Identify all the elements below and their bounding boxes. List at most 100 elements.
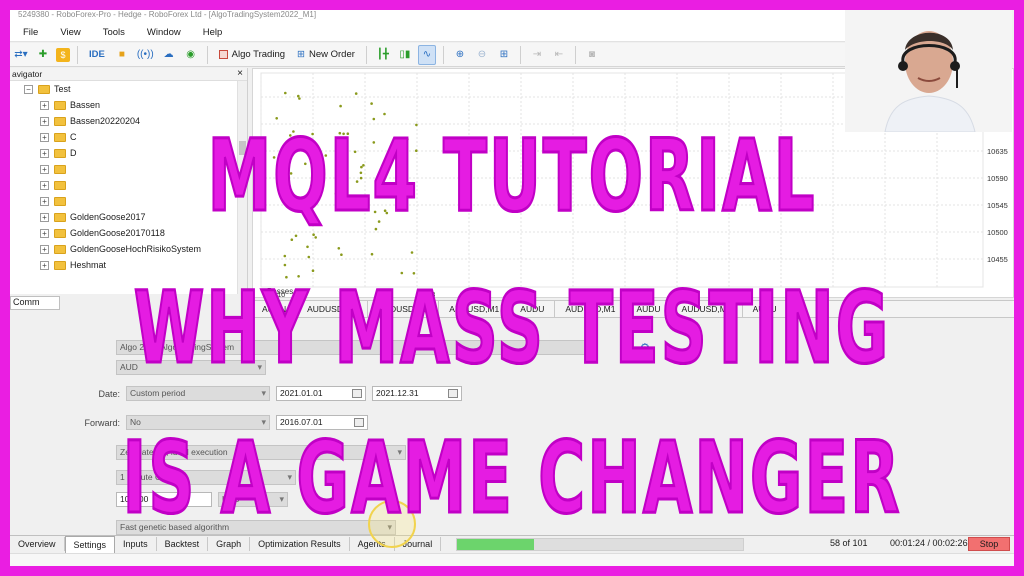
currency-select[interactable]: USD: [218, 492, 288, 507]
passes-status: 58 of 101: [830, 538, 868, 548]
tree-item[interactable]: + C: [10, 129, 247, 145]
date-mode-select[interactable]: Custom period: [126, 386, 270, 401]
line-chart-icon[interactable]: ∿: [417, 44, 436, 65]
chart-tab[interactable]: AUDU: [743, 301, 788, 317]
tab-backtest[interactable]: Backtest: [157, 537, 209, 551]
date-from-input[interactable]: 2021.01.01: [276, 386, 366, 401]
screenshot-icon[interactable]: ◙: [583, 45, 601, 65]
grid-icon[interactable]: ⊞: [495, 45, 513, 65]
common-tab[interactable]: Comm: [10, 296, 60, 310]
menu-tools[interactable]: Tools: [103, 27, 125, 38]
candlestick-icon[interactable]: ▯▮: [396, 45, 414, 65]
autoscroll-icon[interactable]: ⇥: [528, 45, 546, 65]
ide-label: IDE: [89, 49, 105, 60]
expand-icon[interactable]: +: [40, 148, 49, 158]
new-chart-icon[interactable]: ✚: [34, 45, 52, 65]
tree-item[interactable]: + Heshmat: [10, 257, 247, 273]
tree-item[interactable]: + GoldenGoose20170118: [10, 225, 247, 241]
close-icon[interactable]: ×: [237, 68, 243, 80]
chart-tab[interactable]: AUDU: [510, 301, 556, 317]
chart-tab[interactable]: AUDUSD,M1: [368, 301, 440, 317]
bar-chart-icon[interactable]: ┃╋: [374, 45, 392, 65]
scrollbar-thumb[interactable]: [239, 141, 246, 155]
result-point: [385, 211, 389, 215]
new-order-button[interactable]: ⊞ New Order: [293, 49, 359, 60]
expand-icon[interactable]: +: [40, 212, 49, 222]
calendar-icon[interactable]: [448, 389, 458, 398]
tree-item[interactable]: +: [10, 177, 247, 193]
expand-icon[interactable]: +: [40, 180, 49, 190]
delays-select[interactable]: Zero latency, ideal execution: [116, 445, 406, 460]
expand-icon[interactable]: +: [40, 244, 49, 254]
y-tick-label: 10590: [987, 174, 1008, 183]
result-point: [373, 210, 377, 214]
tab-optimization-results[interactable]: Optimization Results: [250, 537, 350, 551]
webcam-overlay: [845, 10, 1012, 133]
menu-file[interactable]: File: [23, 27, 38, 38]
algo-trading-button[interactable]: Algo Trading: [215, 49, 289, 60]
result-point: [406, 137, 409, 141]
lock-icon[interactable]: ■: [113, 45, 131, 65]
calendar-icon[interactable]: [354, 418, 364, 427]
collapse-icon[interactable]: −: [24, 84, 33, 94]
zoom-in-icon[interactable]: ⊕: [451, 45, 469, 65]
expand-icon[interactable]: +: [40, 260, 49, 270]
chart-tab[interactable]: AUDUSD,M1: [297, 301, 369, 317]
chart-tab[interactable]: AUDUSD,M1: [555, 301, 627, 317]
tab-overview[interactable]: Overview: [10, 537, 65, 551]
modelling-select[interactable]: 1 minute OHLC: [116, 470, 296, 485]
gear-icon[interactable]: ⚙: [640, 341, 650, 354]
chart-tab[interactable]: AUDUSD,M1: [672, 301, 743, 317]
tree-item[interactable]: +: [10, 161, 247, 177]
result-point: [283, 263, 287, 267]
presenter-image: [845, 10, 1012, 133]
tree-item[interactable]: + Bassen: [10, 97, 247, 113]
calendar-icon[interactable]: [352, 389, 362, 398]
chart-tab[interactable]: AUDN: [252, 301, 298, 317]
tab-settings[interactable]: Settings: [64, 535, 116, 553]
signal-icon[interactable]: ((•)): [135, 45, 156, 65]
result-point: [345, 194, 348, 197]
zoom-out-icon[interactable]: ⊖: [473, 45, 491, 65]
tab-graph[interactable]: Graph: [208, 537, 251, 551]
menu-view[interactable]: View: [60, 27, 80, 38]
chart-tab[interactable]: AUDU: [626, 301, 672, 317]
vps-icon[interactable]: ◉: [182, 45, 200, 65]
optimization-select[interactable]: Fast genetic based algorithm: [116, 520, 396, 535]
expand-icon[interactable]: +: [40, 228, 49, 238]
navigator-scrollbar[interactable]: [237, 81, 247, 294]
tree-item[interactable]: + GoldenGooseHochRisikoSystem: [10, 241, 247, 257]
tree-item[interactable]: + Bassen20220204: [10, 113, 247, 129]
tree-item[interactable]: − Test: [10, 81, 247, 97]
expand-icon[interactable]: +: [40, 100, 49, 110]
deposit-input[interactable]: 100000: [116, 492, 212, 507]
folder-icon: [54, 196, 66, 206]
tab-inputs[interactable]: Inputs: [115, 537, 157, 551]
tree-item-label: GoldenGoose2017: [70, 212, 146, 222]
cloud-icon[interactable]: ☁: [160, 45, 178, 65]
navigator-title: avigator: [12, 69, 43, 79]
expand-icon[interactable]: +: [40, 164, 49, 174]
dollar-icon[interactable]: $: [56, 47, 70, 62]
tree-item[interactable]: + D: [10, 145, 247, 161]
expand-icon[interactable]: +: [40, 196, 49, 206]
result-point: [342, 132, 345, 136]
chart-tab[interactable]: AUDUSD,M1: [439, 301, 511, 317]
expert-select[interactable]: Algo 2022 AlgoTradingSystem: [116, 340, 596, 355]
chart-shift-icon[interactable]: ⇤: [550, 45, 568, 65]
forward-date-input[interactable]: 2016.07.01: [276, 415, 368, 430]
expand-icon[interactable]: +: [40, 116, 49, 126]
folder-icon: [54, 180, 66, 190]
menu-help[interactable]: Help: [203, 27, 223, 38]
date-to-input[interactable]: 2021.12.31: [372, 386, 462, 401]
stop-button[interactable]: Stop: [968, 537, 1010, 551]
x-axis-ticks: 10 2 63: [277, 290, 435, 299]
tree-item[interactable]: +: [10, 193, 247, 209]
menu-window[interactable]: Window: [147, 27, 181, 38]
profiles-icon[interactable]: ⇄▾: [12, 45, 30, 65]
ide-button[interactable]: IDE: [85, 49, 109, 60]
symbol-select[interactable]: AUD: [116, 360, 266, 375]
forward-select[interactable]: No: [126, 415, 270, 430]
tree-item[interactable]: + GoldenGoose2017: [10, 209, 247, 225]
expand-icon[interactable]: +: [40, 132, 49, 142]
